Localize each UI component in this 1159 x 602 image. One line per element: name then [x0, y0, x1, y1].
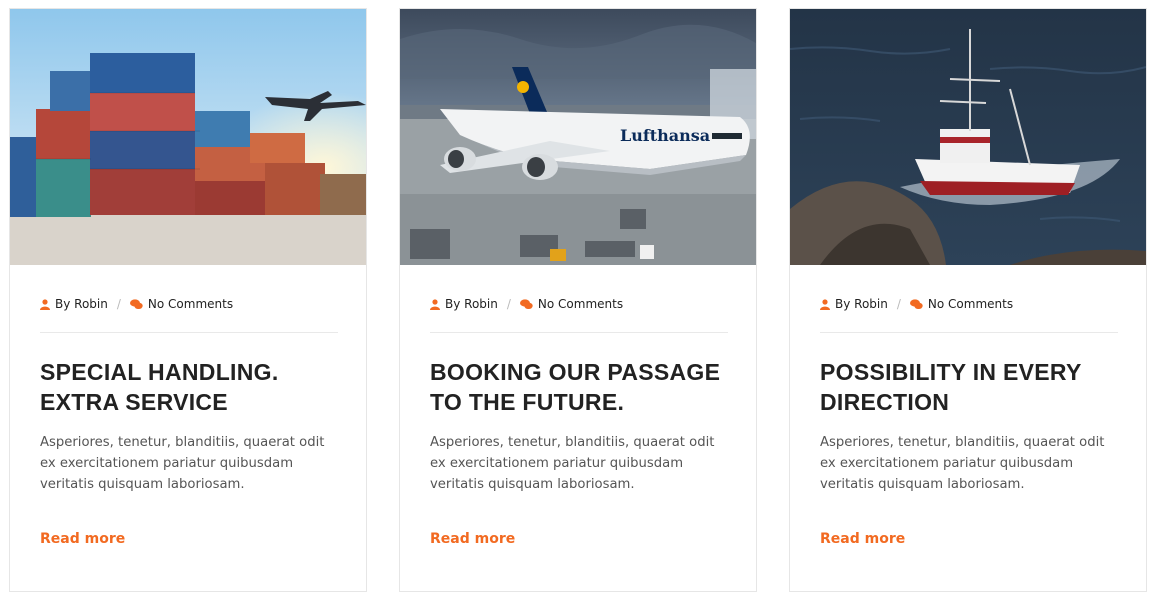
meta-separator: /	[896, 297, 901, 311]
comments-icon	[909, 298, 923, 310]
comments-icon	[129, 298, 143, 310]
blog-card: By Robin / No Comments SPECIAL HANDLING.…	[9, 8, 367, 592]
post-image-containers	[10, 9, 366, 265]
meta-divider	[820, 332, 1118, 333]
post-image[interactable]	[790, 9, 1146, 265]
read-more-link[interactable]: Read more	[820, 531, 905, 547]
svg-text:Lufthansa: Lufthansa	[620, 126, 710, 145]
post-image-airplane: Lufthansa	[400, 9, 756, 265]
post-comments[interactable]: No Comments	[148, 297, 233, 311]
post-image[interactable]: Lufthansa	[400, 9, 756, 265]
post-title-line2: TO THE FUTURE.	[430, 389, 625, 415]
post-author[interactable]: By Robin	[55, 297, 108, 311]
post-author[interactable]: By Robin	[835, 297, 888, 311]
post-comments[interactable]: No Comments	[928, 297, 1013, 311]
post-title[interactable]: BOOKING OUR PASSAGE TO THE FUTURE.	[430, 357, 730, 417]
read-more-link[interactable]: Read more	[430, 531, 515, 547]
read-more-link[interactable]: Read more	[40, 531, 125, 547]
post-author[interactable]: By Robin	[445, 297, 498, 311]
user-icon	[430, 298, 440, 310]
post-meta: By Robin / No Comments	[820, 297, 1118, 311]
post-title[interactable]: SPECIAL HANDLING. EXTRA SERVICE	[40, 357, 340, 417]
post-title-line1: BOOKING OUR PASSAGE	[430, 359, 721, 385]
blog-card: By Robin / No Comments POSSIBILITY IN EV…	[789, 8, 1147, 592]
post-title-line1: SPECIAL HANDLING.	[40, 359, 279, 385]
post-image[interactable]	[10, 9, 366, 265]
meta-divider	[430, 332, 728, 333]
post-excerpt: Asperiores, tenetur, blanditiis, quaerat…	[820, 435, 1105, 492]
post-title-line2: DIRECTION	[820, 389, 950, 415]
post-title-line2: EXTRA SERVICE	[40, 389, 228, 415]
user-icon	[40, 298, 50, 310]
meta-divider	[40, 332, 338, 333]
post-excerpt: Asperiores, tenetur, blanditiis, quaerat…	[430, 435, 715, 492]
post-title-line1: POSSIBILITY IN EVERY	[820, 359, 1082, 385]
post-meta: By Robin / No Comments	[40, 297, 338, 311]
post-title[interactable]: POSSIBILITY IN EVERY DIRECTION	[820, 357, 1120, 417]
blog-card: Lufthansa By Robin / No Comments BOOKING…	[399, 8, 757, 592]
post-image-boat	[790, 9, 1146, 265]
meta-separator: /	[506, 297, 511, 311]
user-icon	[820, 298, 830, 310]
post-excerpt: Asperiores, tenetur, blanditiis, quaerat…	[40, 435, 325, 492]
post-comments[interactable]: No Comments	[538, 297, 623, 311]
comments-icon	[519, 298, 533, 310]
post-meta: By Robin / No Comments	[430, 297, 728, 311]
meta-separator: /	[116, 297, 121, 311]
